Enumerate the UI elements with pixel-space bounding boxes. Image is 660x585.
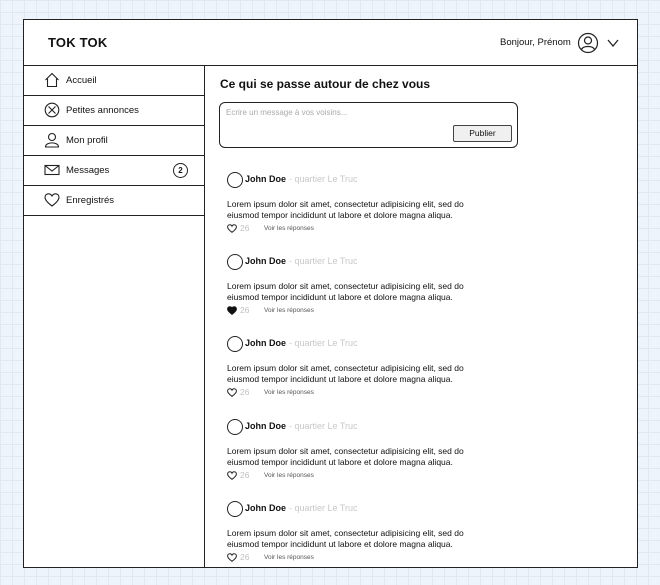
view-replies-link[interactable]: Voir les réponses [264,225,314,232]
post-text-line: eiusmod tempor incididunt ut labore et d… [227,292,453,302]
like-heart-icon[interactable] [227,553,237,562]
post-body: Lorem ipsum dolor sit amet, consectetur … [227,446,489,468]
post-text-line: eiusmod tempor incididunt ut labore et d… [227,210,453,220]
post-body: Lorem ipsum dolor sit amet, consectetur … [227,363,489,385]
post-location: - quartier Le Truc [289,338,358,348]
post-text-line: eiusmod tempor incididunt ut labore et d… [227,457,453,467]
sidebar-item-label: Enregistrés [66,195,115,206]
chevron-down-icon[interactable] [606,37,620,49]
post-body: Lorem ipsum dolor sit amet, consectetur … [227,528,489,550]
like-heart-icon[interactable] [227,471,237,480]
like-heart-filled-icon[interactable] [227,306,237,315]
like-heart-icon[interactable] [227,388,237,397]
like-count: 26 [240,470,250,480]
sidebar-item-mon-profil[interactable]: Mon profil [24,126,204,156]
post-location: - quartier Le Truc [289,503,358,513]
post-text-line: Lorem ipsum dolor sit amet, consectetur … [227,281,464,291]
post-footer: 26 Voir les réponses [227,552,427,564]
sidebar-item-label: Petites annonces [66,105,139,116]
post-author[interactable]: John Doe [245,256,286,266]
circle-x-icon [44,102,60,118]
post-text-line: eiusmod tempor incididunt ut labore et d… [227,539,453,549]
app-window: TOK TOK Bonjour, Prénom Accueil Petites … [23,19,638,568]
like-count: 26 [240,552,250,562]
post-author[interactable]: John Doe [245,174,286,184]
brand-logo[interactable]: TOK TOK [48,35,107,50]
post-text-line: Lorem ipsum dolor sit amet, consectetur … [227,528,464,538]
heart-icon [44,193,60,207]
post-composer: Publier [219,102,518,148]
post-author[interactable]: John Doe [245,503,286,513]
post-location: - quartier Le Truc [289,174,358,184]
feed-post: John Doe - quartier Le Truc Lorem ipsum … [227,501,489,567]
user-greeting: Bonjour, Prénom [500,37,571,48]
sidebar-item-enregistres[interactable]: Enregistrés [24,186,204,216]
message-input[interactable] [226,108,446,117]
like-count: 26 [240,305,250,315]
post-location: - quartier Le Truc [289,256,358,266]
sidebar-item-label: Messages [66,165,110,176]
like-count: 26 [240,223,250,233]
post-text-line: Lorem ipsum dolor sit amet, consectetur … [227,199,464,209]
sidebar-item-label: Mon profil [66,135,108,146]
feed-post: John Doe - quartier Le Truc Lorem ipsum … [227,419,487,497]
user-avatar-icon[interactable] [577,32,599,54]
post-avatar[interactable] [227,254,243,270]
post-avatar[interactable] [227,501,243,517]
sidebar-nav: Accueil Petites annonces Mon profil Mess… [24,66,205,567]
post-body: Lorem ipsum dolor sit amet, consectetur … [227,281,489,303]
top-header: TOK TOK Bonjour, Prénom [24,20,637,66]
post-text-line: Lorem ipsum dolor sit amet, consectetur … [227,363,464,373]
post-footer: 26 Voir les réponses [227,387,427,399]
feed-post: John Doe - quartier Le Truc Lorem ipsum … [227,254,487,332]
post-body: Lorem ipsum dolor sit amet, consectetur … [227,199,489,221]
post-location: - quartier Le Truc [289,421,358,431]
post-avatar[interactable] [227,419,243,435]
post-text-line: eiusmod tempor incididunt ut labore et d… [227,374,453,384]
view-replies-link[interactable]: Voir les réponses [264,554,314,561]
feed-post: John Doe - quartier Le Truc Lorem ipsum … [227,172,487,250]
post-footer: 26 Voir les réponses [227,470,427,482]
publish-button[interactable]: Publier [453,125,512,142]
like-heart-icon[interactable] [227,224,237,233]
sidebar-item-messages[interactable]: Messages 2 [24,156,204,186]
post-avatar[interactable] [227,336,243,352]
page-title: Ce qui se passe autour de chez vous [220,77,431,91]
post-avatar[interactable] [227,172,243,188]
post-author[interactable]: John Doe [245,338,286,348]
view-replies-link[interactable]: Voir les réponses [264,389,314,396]
post-footer: 26 Voir les réponses [227,223,427,235]
view-replies-link[interactable]: Voir les réponses [264,307,314,314]
main-feed: Ce qui se passe autour de chez vous Publ… [205,66,637,567]
view-replies-link[interactable]: Voir les réponses [264,472,314,479]
post-text-line: Lorem ipsum dolor sit amet, consectetur … [227,446,464,456]
user-icon [44,132,60,148]
feed-post: John Doe - quartier Le Truc Lorem ipsum … [227,336,487,414]
post-footer: 26 Voir les réponses [227,305,427,317]
sidebar-item-label: Accueil [66,75,97,86]
post-author[interactable]: John Doe [245,421,286,431]
sidebar-item-petites-annonces[interactable]: Petites annonces [24,96,204,126]
unread-count-badge: 2 [173,163,188,178]
home-icon [45,72,59,88]
sidebar-item-accueil[interactable]: Accueil [24,66,204,96]
mail-icon [44,164,60,176]
like-count: 26 [240,387,250,397]
